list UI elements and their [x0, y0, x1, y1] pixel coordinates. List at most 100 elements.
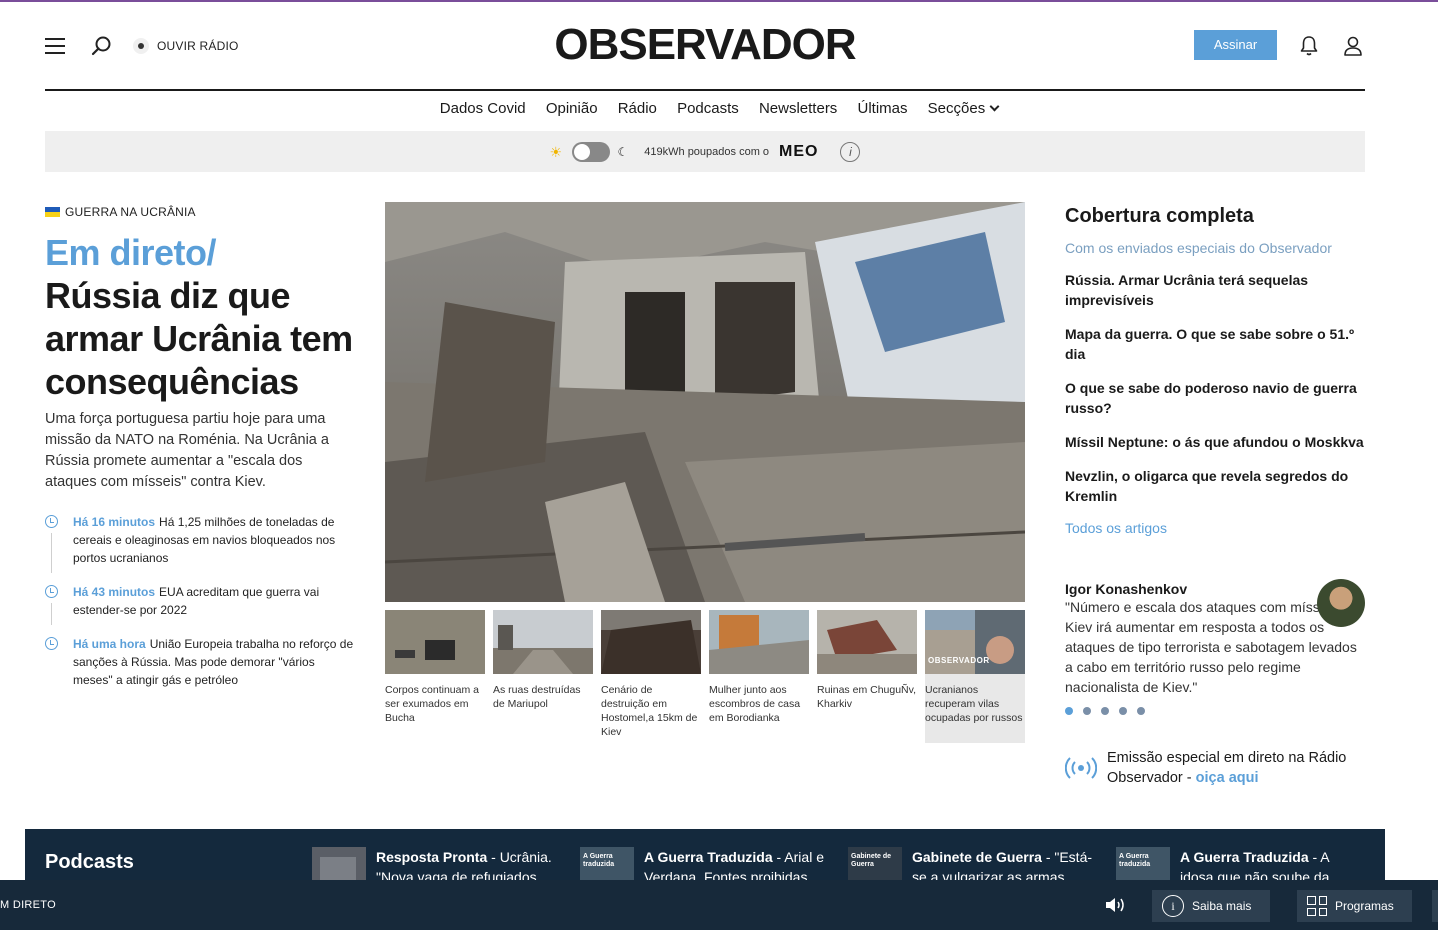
- carousel-dot[interactable]: [1101, 707, 1109, 715]
- timeline-time: Há uma hora: [73, 637, 146, 651]
- volume-icon[interactable]: [1104, 895, 1128, 915]
- programs-button[interactable]: Programas: [1297, 890, 1412, 922]
- podcast-card[interactable]: Resposta Pronta - Ucrânia. "Nova vaga de…: [312, 847, 562, 880]
- timeline-item[interactable]: Há uma hora União Europeia trabalha no re…: [45, 635, 355, 689]
- emission-text-block: Emissão especial em direto na Rádio Obse…: [1107, 748, 1365, 788]
- quote-carousel: Igor Konashenkov "Número e escala dos at…: [1065, 579, 1365, 715]
- broadcast-icon: [1065, 757, 1097, 779]
- clock-icon: [45, 585, 58, 598]
- main-nav: Dados Covid Opinião Rádio Podcasts Newsl…: [0, 100, 1438, 117]
- programs-label: Programas: [1335, 899, 1394, 913]
- more-info-button[interactable]: i Saiba mais: [1152, 890, 1270, 922]
- radio-emission-promo: Emissão especial em direto na Rádio Obse…: [1065, 748, 1365, 788]
- podcast-thumbnail: [312, 847, 366, 880]
- podcast-text: Resposta Pronta - Ucrânia. "Nova vaga de…: [376, 847, 562, 880]
- site-header: OUVIR RÁDIO OBSERVADOR Assinar: [45, 2, 1365, 90]
- ukraine-flag-icon: [45, 207, 60, 217]
- more-info-label: Saiba mais: [1192, 899, 1252, 913]
- user-icon[interactable]: [1343, 35, 1363, 57]
- live-label: Em direto/: [45, 232, 217, 273]
- avatar: [1317, 579, 1365, 627]
- quote-text: "Número e escala dos ataques com mísseis…: [1065, 599, 1361, 695]
- podcast-thumbnail: Gabinete de Guerra: [848, 847, 902, 880]
- all-articles-link[interactable]: Todos os artigos: [1065, 520, 1365, 536]
- clock-icon: [45, 637, 58, 650]
- nav-podcasts[interactable]: Podcasts: [677, 100, 739, 117]
- coverage-link[interactable]: Mapa da guerra. O que se sabe sobre o 51…: [1065, 324, 1365, 364]
- gallery-thumb[interactable]: Mulher junto aos escombros de casa em Bo…: [709, 610, 809, 743]
- listen-radio-link[interactable]: OUVIR RÁDIO: [133, 38, 239, 54]
- search-icon[interactable]: [91, 35, 113, 57]
- podcast-show: Resposta Pronta: [376, 849, 488, 865]
- coverage-title: Cobertura completa: [1065, 205, 1254, 227]
- podcast-text: A Guerra Traduzida - A idosa que não sou…: [1180, 847, 1366, 880]
- timeline-time: Há 16 minutos: [73, 515, 156, 529]
- timeline-item[interactable]: Há 16 minutos Há 1,25 milhões de tonelada…: [45, 513, 355, 573]
- menu-icon[interactable]: [45, 38, 65, 54]
- timeline-line: [50, 533, 52, 573]
- info-icon[interactable]: i: [840, 141, 861, 162]
- player-live-label: M DIRETO: [0, 899, 56, 911]
- carousel-dots: [1065, 707, 1365, 715]
- gallery-image: [601, 610, 701, 674]
- podcast-card[interactable]: Gabinete de Guerra Gabinete de Guerra - …: [848, 847, 1098, 880]
- nav-dados-covid[interactable]: Dados Covid: [440, 100, 526, 117]
- timeline-time: Há 43 minutos: [73, 585, 156, 599]
- story-kicker[interactable]: GUERRA NA UCRÂNIA: [45, 205, 355, 219]
- nav-seccoes-label: Secções: [927, 100, 986, 117]
- hero-image[interactable]: [385, 202, 1025, 602]
- kicker-label: GUERRA NA UCRÂNIA: [65, 205, 196, 219]
- listen-here-link[interactable]: oiça aqui: [1196, 770, 1259, 786]
- podcast-thumbnail: A Guerra traduzida: [1116, 847, 1170, 880]
- coverage-link[interactable]: Rússia. Armar Ucrânia terá sequelas impr…: [1065, 270, 1365, 310]
- nav-radio[interactable]: Rádio: [618, 100, 657, 117]
- podcast-card[interactable]: A Guerra traduzida A Guerra Traduzida - …: [1116, 847, 1366, 880]
- subscribe-button[interactable]: Assinar: [1194, 30, 1277, 60]
- carousel-dot[interactable]: [1083, 707, 1091, 715]
- gallery-caption: Mulher junto aos escombros de casa em Bo…: [709, 684, 801, 724]
- carousel-dot[interactable]: [1137, 707, 1145, 715]
- carousel-dot[interactable]: [1119, 707, 1127, 715]
- podcasts-strip: Podcasts Resposta Pronta - Ucrânia. "Nov…: [25, 829, 1385, 880]
- lead-headline[interactable]: Em direto/ Rússia diz que armar Ucrânia …: [45, 231, 355, 403]
- dark-mode-toggle[interactable]: [571, 141, 610, 162]
- site-logo[interactable]: OBSERVADOR: [545, 20, 865, 70]
- gallery-thumb[interactable]: Ruinas em ChuguÑv, Kharkiv: [817, 610, 917, 743]
- carousel-dot[interactable]: [1065, 707, 1073, 715]
- grid-icon: [1307, 896, 1327, 916]
- coverage-link[interactable]: O que se sabe do poderoso navio de guerr…: [1065, 378, 1365, 418]
- gallery-caption: Cenário de destruição em Hostomel,a 15km…: [601, 684, 698, 738]
- timeline-item[interactable]: Há 43 minutos EUA acreditam que guerra va…: [45, 583, 355, 625]
- gallery-thumb-active[interactable]: Ucranianos recuperam vilas ocupadas por …: [925, 610, 1025, 743]
- headline-text: Rússia diz que armar Ucrânia tem consequ…: [45, 275, 353, 402]
- gallery-thumb[interactable]: As ruas destruídas de Mariupol: [493, 610, 593, 743]
- gallery-caption: As ruas destruídas de Mariupol: [493, 684, 581, 710]
- gallery-thumb[interactable]: Cenário de destruição em Hostomel,a 15km…: [601, 610, 701, 743]
- meo-logo: MEO: [779, 142, 819, 160]
- listen-radio-label: OUVIR RÁDIO: [157, 39, 239, 53]
- radio-icon: [133, 38, 149, 54]
- podcast-thumbnail: A Guerra traduzida: [580, 847, 634, 880]
- podcast-card[interactable]: A Guerra traduzida A Guerra Traduzida - …: [580, 847, 830, 880]
- podcasts-title[interactable]: Podcasts: [45, 851, 134, 874]
- nav-opiniao[interactable]: Opinião: [546, 100, 598, 117]
- live-timeline: Há 16 minutos Há 1,25 milhões de tonelada…: [45, 513, 355, 689]
- gallery-thumb[interactable]: Corpos continuam a ser exumados em Bucha: [385, 610, 485, 743]
- nav-newsletters[interactable]: Newsletters: [759, 100, 837, 117]
- gallery-caption: Corpos continuam a ser exumados em Bucha: [385, 684, 479, 724]
- gallery-image: [493, 610, 593, 674]
- podcast-show: Gabinete de Guerra: [912, 849, 1042, 865]
- coverage-link[interactable]: Míssil Neptune: o ás que afundou o Moskk…: [1065, 432, 1365, 452]
- player-edge-button[interactable]: [1432, 890, 1438, 922]
- coverage-link[interactable]: Nevzlin, o oligarca que revela segredos …: [1065, 466, 1365, 506]
- podcast-text: A Guerra Traduzida - Arial e Verdana. Fo…: [644, 847, 830, 880]
- nav-ultimas[interactable]: Últimas: [857, 100, 907, 117]
- gallery-caption: Ucranianos recuperam vilas ocupadas por …: [925, 684, 1023, 724]
- energy-saving-bar: ☀ ☾ 419kWh poupados com o MEO i: [45, 131, 1365, 172]
- podcast-text: Gabinete de Guerra - "Está-se a vulgariz…: [912, 847, 1098, 880]
- coverage-subtitle: Com os enviados especiais do Observador: [1065, 240, 1332, 256]
- nav-seccoes[interactable]: Secções: [927, 100, 1000, 117]
- coverage-panel: Cobertura completa Com os enviados espec…: [1065, 205, 1365, 536]
- bell-icon[interactable]: [1299, 35, 1319, 57]
- energy-text: 419kWh poupados com o: [644, 145, 770, 158]
